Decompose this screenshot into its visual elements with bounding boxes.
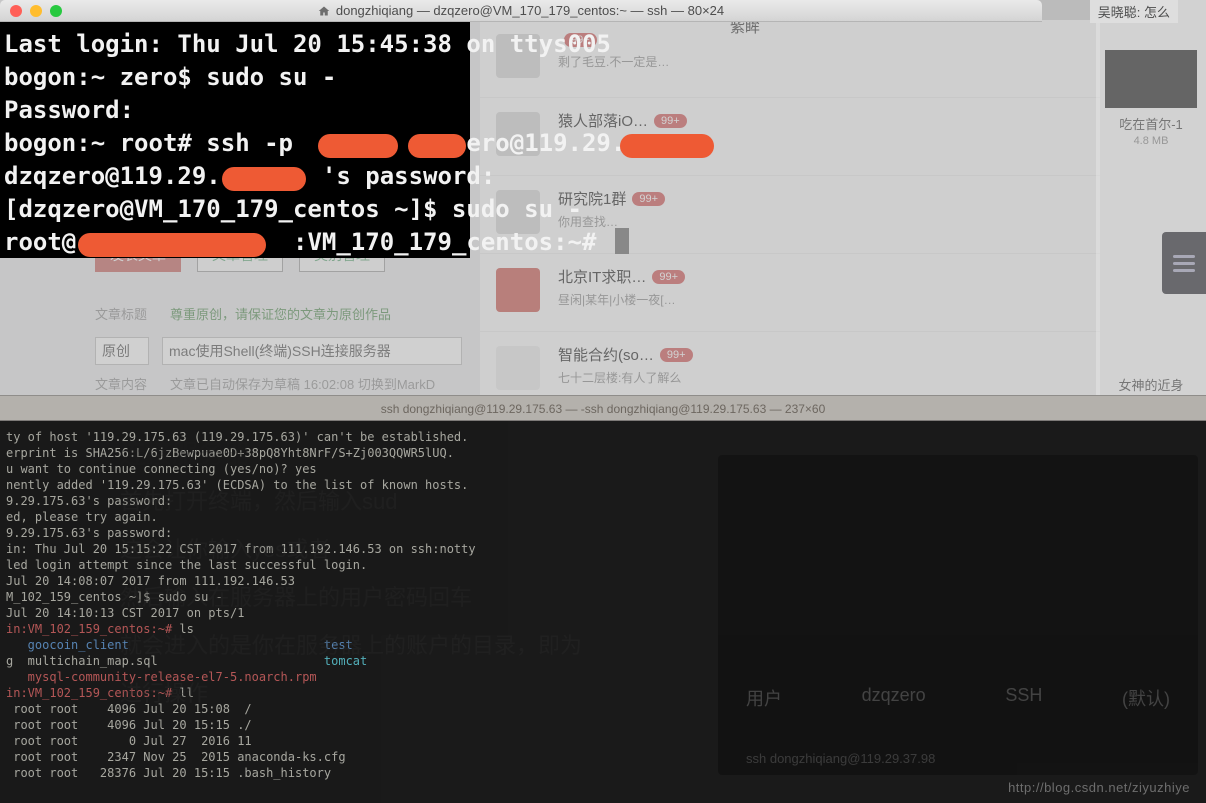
bg-thumb-2-caption: 女神的近身 bbox=[1096, 375, 1206, 394]
home-icon bbox=[318, 5, 330, 17]
bg-rpanel-value: (默认) bbox=[1122, 685, 1170, 711]
redaction-mark bbox=[222, 167, 306, 191]
terminal-line: bogon:~ zero$ sudo su - bbox=[4, 61, 336, 94]
bg-chat-avatar bbox=[496, 268, 540, 312]
redaction-mark bbox=[620, 134, 714, 158]
bg-chat-title: 北京IT求职…99+ bbox=[558, 266, 1100, 287]
bg-label-content: 文章内容 bbox=[95, 374, 147, 393]
terminal-title-text: dongzhiqiang — dzqzero@VM_170_179_centos… bbox=[336, 3, 724, 18]
redaction-mark bbox=[408, 134, 466, 158]
terminal-line: [dzqzero@VM_170_179_centos ~]$ sudo su - bbox=[4, 193, 582, 226]
terminal-line-part: dzqzero@119.29. bbox=[4, 162, 221, 190]
terminal-line-part: root@ bbox=[4, 228, 76, 256]
bg-chat-badge: 99+ bbox=[660, 348, 693, 362]
terminal-line: Last login: Thu Jul 20 15:45:38 on ttys0… bbox=[4, 28, 611, 61]
redaction-mark bbox=[318, 134, 398, 158]
bg-right-dark-panel: 用户 dzqzero SSH (默认) ssh dongzhiqiang@119.29… bbox=[718, 455, 1198, 775]
bg-type-select: 原创 bbox=[95, 337, 149, 365]
bg-chat-subtitle: 昼闲|某年|小楼一夜[… bbox=[558, 291, 1100, 308]
terminal-line-part: ero@119.29. bbox=[466, 129, 625, 157]
bg-chat-title: 智能合约(so…99+ bbox=[558, 344, 1100, 365]
bg-rpanel-ssh: ssh dongzhiqiang@119.29.37.98 bbox=[746, 751, 935, 766]
bg-thumb-1-caption: 吃在首尔-1 bbox=[1096, 114, 1206, 133]
terminal-line-part: 's password: bbox=[322, 162, 495, 190]
bg-notification-snippet: 吴晓聪: 怎么 bbox=[1090, 0, 1178, 23]
bg-title-hint: 尊重原创，请保证您的文章为原创作品 bbox=[170, 304, 391, 323]
watermark-text: http://blog.csdn.net/ziyuzhiye bbox=[1008, 780, 1190, 795]
terminal-titlebar[interactable]: dongzhiqiang — dzqzero@VM_170_179_centos… bbox=[0, 0, 1042, 22]
terminal-line-part: :VM_170_179_centos:~# bbox=[293, 228, 611, 256]
bg-chat-badge: 99+ bbox=[652, 270, 685, 284]
bg-title-input: mac使用Shell(终端)SSH连接服务器 bbox=[162, 337, 462, 365]
bg-right-panel: 吃在首尔-1 4.8 MB 女神的近身 bbox=[1096, 0, 1206, 400]
bg-terminal-tabbar: ssh dongzhiqiang@119.29.175.63 — -ssh do… bbox=[0, 395, 1206, 421]
terminal-cursor bbox=[615, 228, 629, 254]
bg-chat-item: 北京IT求职…99+ 昼闲|某年|小楼一夜[… bbox=[480, 254, 1100, 332]
bg-label-title: 文章标题 bbox=[95, 304, 147, 323]
bg-chat-avatar bbox=[496, 346, 540, 390]
bg-rpanel-value: dzqzero bbox=[862, 685, 926, 711]
terminal-line: Password: bbox=[4, 94, 134, 127]
bg-autosave-msg: 文章已自动保存为草稿 16:02:08 切换到MarkD bbox=[170, 374, 435, 393]
bg-thumb-1-size: 4.8 MB bbox=[1096, 135, 1206, 147]
terminal-window: dongzhiqiang — dzqzero@VM_170_179_centos… bbox=[0, 0, 1042, 258]
bg-hamburger-icon bbox=[1162, 232, 1206, 294]
terminal-line-part: bogon:~ root# ssh -p bbox=[4, 129, 307, 157]
bg-chat-subtitle: 七十二层楼:有人了解么 bbox=[558, 369, 1100, 386]
bg-thumb-1 bbox=[1105, 50, 1197, 108]
redaction-mark bbox=[78, 233, 266, 257]
terminal-content[interactable]: Last login: Thu Jul 20 15:45:38 on ttys0… bbox=[0, 22, 470, 258]
bg-rpanel-label: 用户 bbox=[746, 685, 782, 711]
bg-rpanel-label: SSH bbox=[1005, 685, 1042, 711]
